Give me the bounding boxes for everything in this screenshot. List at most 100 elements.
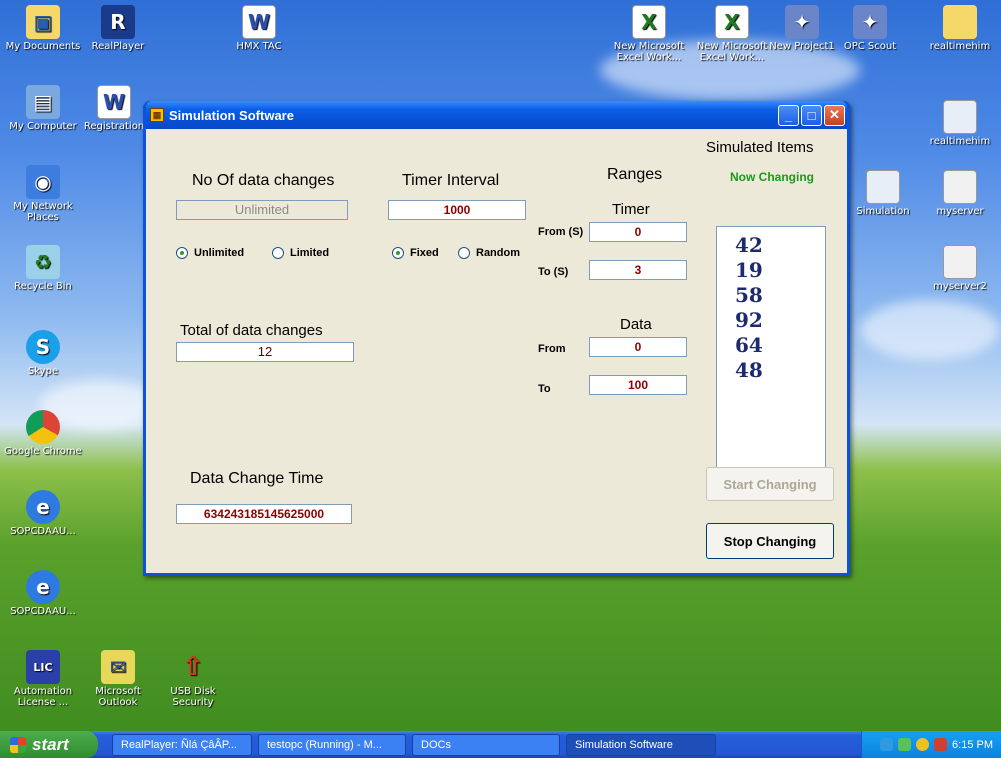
tray-security-icon[interactable] [934, 738, 948, 751]
total-changes-heading: Total of data changes [180, 322, 323, 339]
desktop-icon-automation-license[interactable]: LIC Automation License ... [3, 650, 83, 708]
outlook-icon: ✉ [101, 650, 135, 684]
radio-dot [176, 247, 188, 259]
project-icon: ✦ [785, 5, 819, 39]
window-shortcut-icon [866, 170, 900, 204]
radio-limited[interactable]: Limited [272, 247, 329, 259]
start-changing-button[interactable]: Start Changing [706, 467, 834, 501]
total-changes-field[interactable]: 12 [176, 342, 354, 362]
desktop-icon-myserver[interactable]: myserver [920, 170, 1000, 217]
timer-interval-heading: Timer Interval [402, 172, 500, 189]
window-shortcut-icon [943, 100, 977, 134]
simulation-status: Now Changing [730, 170, 814, 184]
desktop-icon-google-chrome[interactable]: Google Chrome [3, 410, 83, 457]
network-icon: ◉ [26, 165, 60, 199]
desktop-icon-usb-disk-security[interactable]: ⇧ USB Disk Security [153, 650, 233, 708]
data-to-field[interactable]: 100 [589, 375, 687, 395]
list-item: 58 [735, 283, 763, 307]
desktop-icon-myserver2[interactable]: myserver2 [920, 245, 1000, 292]
task-testopc[interactable]: testopc (Running) - M... [258, 733, 406, 756]
desktop-icon-skype[interactable]: S Skype [3, 330, 83, 377]
task-docs[interactable]: DOCs [412, 733, 560, 756]
desktop-icon-microsoft-outlook[interactable]: ✉ Microsoft Outlook [78, 650, 158, 708]
radio-fixed[interactable]: Fixed [392, 247, 439, 259]
list-item: 19 [735, 258, 763, 282]
window-title: Simulation Software [169, 107, 294, 123]
timer-range-heading: Timer [612, 201, 650, 218]
file-icon [943, 170, 977, 204]
realplayer-icon: R [101, 5, 135, 39]
task-realplayer[interactable]: RealPlayer: Ñlá ÇâÂP... [112, 733, 252, 756]
close-button[interactable]: ✕ [824, 104, 845, 126]
skype-icon: S [26, 330, 60, 364]
word-doc-icon: W [242, 5, 276, 39]
file-icon [943, 245, 977, 279]
desktop-icon-realplayer[interactable]: R RealPlayer [78, 5, 158, 52]
radio-random[interactable]: Random [458, 247, 520, 259]
desktop-icon-excel-1[interactable]: X New Microsoft Excel Work... [609, 5, 689, 63]
desktop-icon-my-network-places[interactable]: ◉ My Network Places [3, 165, 83, 223]
recycle-bin-icon: ♻ [26, 245, 60, 279]
desktop-icon-registration[interactable]: W Registration [74, 85, 154, 132]
usb-security-icon: ⇧ [182, 652, 204, 682]
radio-dot [272, 247, 284, 259]
timer-from-label: From (S) [538, 226, 584, 238]
desktop-icon-sopcdaau-2[interactable]: e SOPCDAAU... [3, 570, 83, 617]
excel-icon: X [715, 5, 749, 39]
radio-dot [392, 247, 404, 259]
desktop-icon-my-documents[interactable]: ▣ My Documents [3, 5, 83, 52]
tray-messenger-icon[interactable] [916, 738, 930, 751]
minimize-button[interactable]: _ [778, 104, 799, 126]
desktop-icon-sopcdaau-1[interactable]: e SOPCDAAU... [3, 490, 83, 537]
system-tray: 6:15 PM [861, 731, 1001, 758]
data-change-time-field: 634243185145625000 [176, 504, 352, 524]
desktop-icon-hmx-tac[interactable]: W HMX TAC [219, 5, 299, 52]
no-of-changes-heading: No Of data changes [192, 172, 335, 189]
simulated-items-list[interactable]: 42 19 58 92 64 48 [716, 226, 826, 474]
timer-interval-field[interactable]: 1000 [388, 200, 526, 220]
chrome-icon [26, 410, 60, 444]
window-client-area: No Of data changes Unlimited Unlimited L… [146, 129, 847, 573]
start-button[interactable]: start [0, 731, 98, 758]
windows-flag-icon [10, 736, 26, 753]
ranges-heading: Ranges [607, 166, 663, 183]
tray-arrow-icon[interactable] [880, 738, 894, 751]
ie-icon: e [26, 570, 60, 604]
desktop-icon-realtimehim[interactable]: realtimehim [920, 5, 1000, 52]
maximize-button[interactable]: □ [801, 104, 822, 126]
folder-icon: ▣ [26, 5, 60, 39]
simulated-items-heading: Simulated Items [706, 139, 814, 156]
data-range-heading: Data [620, 316, 652, 333]
tray-network-icon[interactable] [898, 738, 912, 751]
data-change-time-heading: Data Change Time [190, 470, 324, 487]
desktop-icon-realtimehim-shortcut[interactable]: realtimehim [920, 100, 1000, 147]
data-from-field[interactable]: 0 [589, 337, 687, 357]
desktop-icon-excel-2[interactable]: X New Microsoft Excel Work... [692, 5, 772, 63]
data-to-label: To [538, 383, 551, 395]
task-simulation-software[interactable]: Simulation Software [566, 733, 716, 756]
simulation-window: ▦ Simulation Software _ □ ✕ No Of data c… [143, 101, 850, 576]
license-icon: LIC [26, 650, 60, 684]
desktop-icon-my-computer[interactable]: ▤ My Computer [3, 85, 83, 132]
desktop-icon-simulation[interactable]: Simulation [843, 170, 923, 217]
desktop-icon-recycle-bin[interactable]: ♻ Recycle Bin [3, 245, 83, 292]
timer-to-label: To (S) [538, 266, 569, 278]
list-item: 92 [735, 308, 763, 332]
window-titlebar[interactable]: ▦ Simulation Software _ □ ✕ [146, 101, 847, 129]
desktop-icon-opc-scout[interactable]: ✦ OPC Scout [830, 5, 910, 52]
app-icon: ▦ [150, 108, 164, 122]
timer-from-field[interactable]: 0 [589, 222, 687, 242]
no-of-changes-field: Unlimited [176, 200, 348, 220]
opc-scout-icon: ✦ [853, 5, 887, 39]
taskbar: start RealPlayer: Ñlá ÇâÂP... testopc (R… [0, 731, 1001, 758]
radio-unlimited[interactable]: Unlimited [176, 247, 244, 259]
radio-dot [458, 247, 470, 259]
ie-icon: e [26, 490, 60, 524]
folder-icon [943, 5, 977, 39]
computer-icon: ▤ [26, 85, 60, 119]
stop-changing-button[interactable]: Stop Changing [706, 523, 834, 559]
list-item: 64 [735, 333, 763, 357]
list-item: 42 [735, 233, 763, 257]
timer-to-field[interactable]: 3 [589, 260, 687, 280]
cloud [860, 300, 1000, 360]
